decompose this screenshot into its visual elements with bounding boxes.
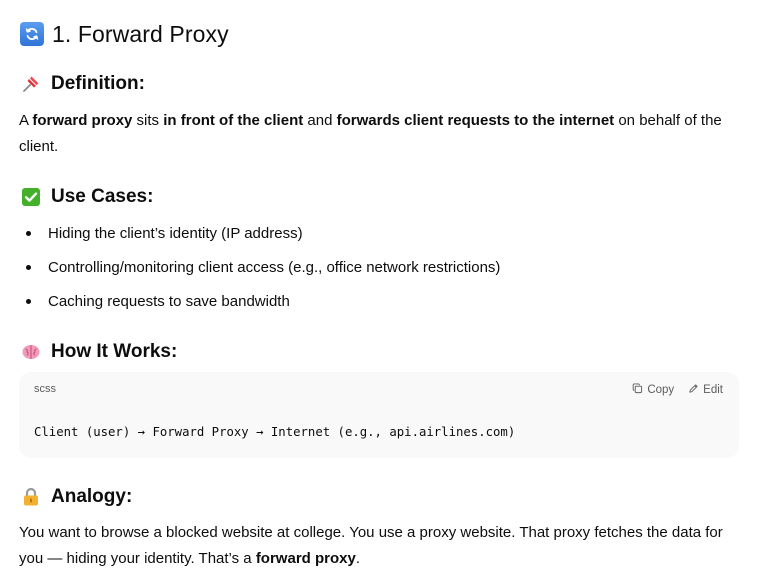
code-language-label: scss xyxy=(34,383,56,395)
definition-text: sits xyxy=(132,112,164,129)
how-it-works-heading: How It Works: xyxy=(20,339,177,365)
pushpin-icon xyxy=(20,73,42,95)
code-block: scss Copy Edit Client (user) → Forward P… xyxy=(19,372,739,458)
pencil-icon xyxy=(688,383,699,397)
use-cases-title: Use Cases: xyxy=(51,186,154,207)
edit-label: Edit xyxy=(703,384,723,396)
code-content: Client (user) → Forward Proxy → Internet… xyxy=(34,425,516,439)
check-mark-button-icon xyxy=(20,186,42,208)
page-title-text: 1. Forward Proxy xyxy=(52,20,229,47)
analogy-paragraph: You want to browse a blocked website at … xyxy=(19,520,739,572)
counterclockwise-arrows-icon xyxy=(20,22,44,46)
copy-icon xyxy=(632,383,643,397)
bullet-dot xyxy=(26,265,31,270)
bullet-dot xyxy=(26,231,31,236)
analogy-title: Analogy: xyxy=(51,486,133,507)
list-item: Controlling/monitoring client access (e.… xyxy=(26,255,500,279)
edit-button[interactable]: Edit xyxy=(688,383,723,397)
definition-emphasis: forwards client requests to the internet xyxy=(336,112,615,129)
definition-title: Definition: xyxy=(51,73,145,94)
analogy-text: . xyxy=(355,550,361,567)
copy-button[interactable]: Copy xyxy=(632,383,674,397)
list-item: Hiding the client’s identity (IP address… xyxy=(26,221,303,245)
how-it-works-title: How It Works: xyxy=(51,341,178,362)
page-title: 1. Forward Proxy xyxy=(20,19,229,49)
use-cases-heading: Use Cases: xyxy=(20,184,153,210)
list-item-text: Caching requests to save bandwidth xyxy=(48,292,290,310)
definition-paragraph: A forward proxy sits in front of the cli… xyxy=(19,108,739,160)
analogy-emphasis: forward proxy xyxy=(255,550,356,567)
code-actions: Copy Edit xyxy=(632,383,723,397)
list-item-text: Hiding the client’s identity (IP address… xyxy=(48,224,303,242)
definition-text: A xyxy=(19,112,33,129)
copy-label: Copy xyxy=(647,384,675,396)
analogy-heading: Analogy: xyxy=(20,484,132,510)
brain-icon xyxy=(20,341,42,363)
padlock-icon xyxy=(20,486,42,508)
list-item: Caching requests to save bandwidth xyxy=(26,289,290,313)
list-item-text: Controlling/monitoring client access (e.… xyxy=(48,258,501,276)
definition-text: and xyxy=(303,112,337,129)
definition-emphasis: forward proxy xyxy=(32,112,133,129)
analogy-text: You want to browse a blocked website at … xyxy=(19,524,723,567)
definition-emphasis: in front of the client xyxy=(163,112,304,129)
definition-heading: Definition: xyxy=(20,71,145,97)
bullet-dot xyxy=(26,299,31,304)
